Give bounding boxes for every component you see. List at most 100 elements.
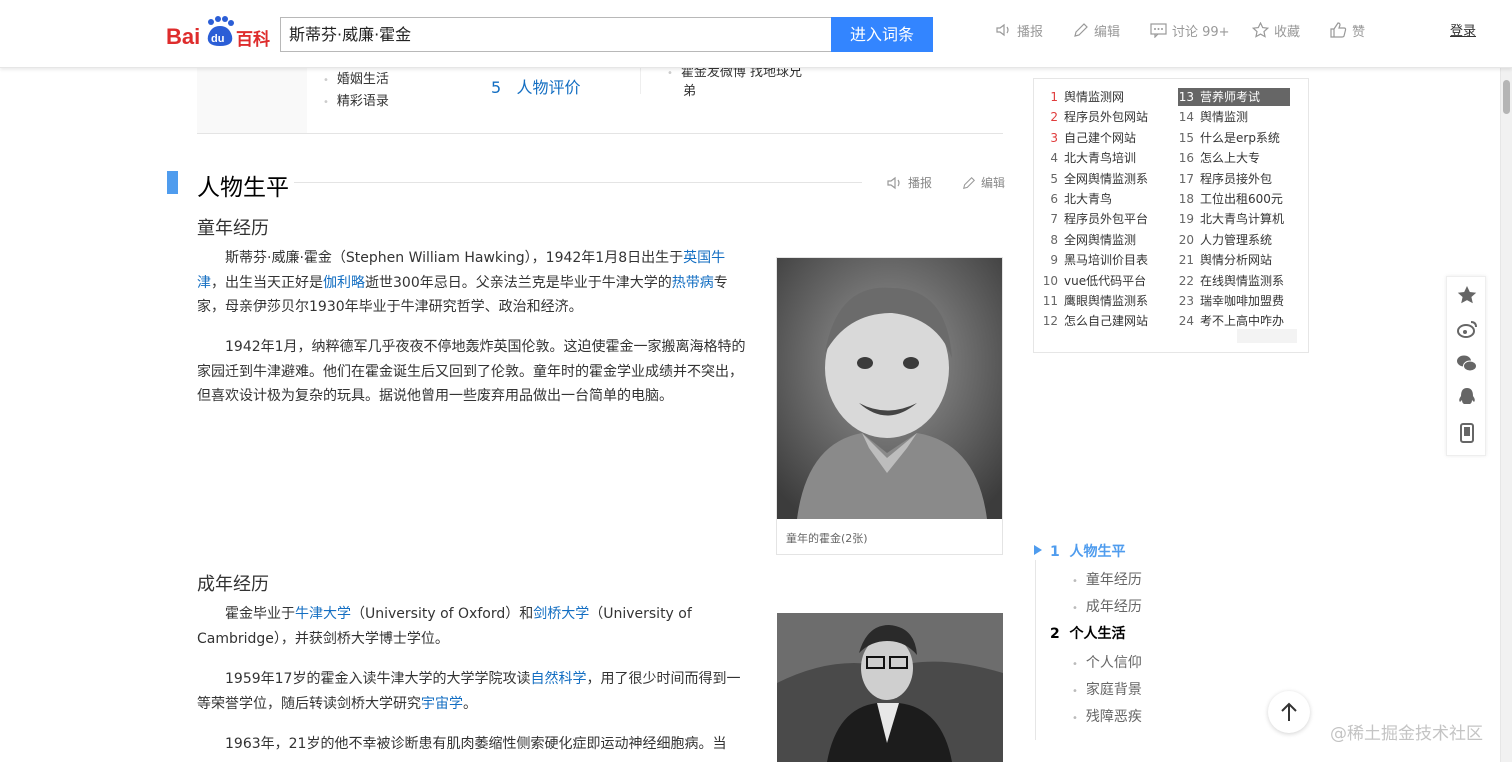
- hot-item-rank: 1: [1050, 90, 1058, 104]
- adulthood-paragraph-2: 1959年17岁的霍金入读牛津大学的大学学院攻读自然科学，用了很少时间而得到一等…: [197, 667, 753, 716]
- catalog-sub-disability[interactable]: 残障恶疾: [1072, 706, 1142, 726]
- adulthood-paragraph-3: 1963年，21岁的他不幸被诊断患有肌肉萎缩性侧索硬化症即运动神经细胞病。当: [225, 736, 727, 752]
- hot-item[interactable]: 9 黑马培训价目表: [1042, 251, 1148, 269]
- weibo-icon[interactable]: [1456, 318, 1478, 340]
- link-galileo[interactable]: 伽利略: [323, 275, 365, 291]
- star-icon: [1252, 22, 1269, 38]
- share-sidebar: [1446, 276, 1486, 456]
- hot-item[interactable]: 6 北大青鸟: [1042, 190, 1112, 208]
- link-tropical-disease[interactable]: 热带病: [672, 275, 714, 291]
- toc-item-quotes[interactable]: 精彩语录: [323, 90, 389, 109]
- toc-item-weibo[interactable]: • 霍金发微博 找地球兄 弟: [667, 64, 813, 101]
- page-scrollbar[interactable]: [1500, 68, 1512, 762]
- hot-item-label: 自己建个网站: [1064, 130, 1137, 145]
- hot-item[interactable]: 4 北大青鸟培训: [1042, 149, 1136, 167]
- childhood-photo[interactable]: [777, 258, 1002, 519]
- wechat-icon[interactable]: [1456, 352, 1478, 374]
- toc-divider: [640, 68, 641, 94]
- catalog-num: 1: [1050, 544, 1060, 560]
- enter-entry-button[interactable]: 进入词条: [831, 17, 933, 52]
- qq-icon[interactable]: [1456, 386, 1478, 408]
- link-cambridge-university[interactable]: 剑桥大学: [533, 606, 589, 622]
- edit-button[interactable]: 编辑: [1073, 20, 1120, 40]
- catalog-label: 人物生平: [1069, 544, 1126, 560]
- back-to-top-button[interactable]: [1268, 691, 1310, 733]
- pencil-icon: [1074, 23, 1088, 37]
- toc-item-marriage[interactable]: 婚姻生活: [323, 68, 389, 87]
- hot-item-rank: 19: [1178, 212, 1194, 227]
- hot-item-rank: 16: [1178, 151, 1194, 166]
- text: 。: [463, 695, 477, 712]
- hot-item[interactable]: 20 人力管理系统: [1178, 231, 1290, 249]
- catalog-sub-belief[interactable]: 个人信仰: [1072, 652, 1142, 672]
- hot-item-rank: 2: [1050, 110, 1058, 125]
- chat-icon: [1150, 23, 1167, 38]
- link-cosmology[interactable]: 宇宙学: [421, 696, 463, 712]
- hot-item[interactable]: 18 工位出租600元: [1178, 190, 1290, 208]
- hot-list-controls[interactable]: [1237, 329, 1297, 343]
- text: 逝世300年忌日。父亲法兰克是毕业于牛津大学的: [365, 274, 672, 291]
- section-play-button[interactable]: 播报: [887, 174, 932, 191]
- catalog-item-life[interactable]: 1 人物生平: [1050, 541, 1126, 561]
- text: ，出生当天正好是: [211, 274, 323, 291]
- hot-item[interactable]: 11 鹰眼舆情监测系: [1042, 292, 1148, 310]
- hot-item[interactable]: 23 瑞幸咖啡加盟费: [1178, 292, 1290, 310]
- hot-item-label: 舆情监测: [1200, 110, 1249, 125]
- hot-item[interactable]: 13 营养师考试: [1178, 88, 1290, 106]
- hot-item[interactable]: 3 自己建个网站: [1042, 129, 1136, 147]
- catalog-sub-family[interactable]: 家庭背景: [1072, 679, 1142, 699]
- catalog-item-personal[interactable]: 2 个人生活: [1050, 623, 1126, 643]
- hot-item[interactable]: 2 程序员外包网站: [1042, 108, 1148, 126]
- text: 1959年17岁的霍金入读牛津大学的大学学院攻读: [225, 671, 531, 687]
- hot-item[interactable]: 22 在线舆情监测系: [1178, 272, 1290, 290]
- link-oxford-university[interactable]: 牛津大学: [295, 606, 351, 622]
- hot-item[interactable]: 16 怎么上大专: [1178, 149, 1290, 167]
- hot-item-rank: 13: [1178, 90, 1194, 104]
- discuss-button[interactable]: 讨论 99+: [1150, 20, 1230, 40]
- hot-item[interactable]: 15 什么是erp系统: [1178, 129, 1290, 147]
- play-audio-button[interactable]: 播报: [996, 20, 1043, 40]
- hot-item-rank: 12: [1042, 314, 1058, 329]
- hot-item[interactable]: 8 全网舆情监测: [1042, 231, 1136, 249]
- hot-item[interactable]: 24 考不上高中咋办: [1178, 312, 1290, 330]
- catalog-sub-adulthood[interactable]: 成年经历: [1072, 596, 1142, 616]
- hot-item-rank: 5: [1050, 171, 1058, 186]
- photo-caption: 童年的霍金(2张): [786, 532, 868, 545]
- toc-weibo-line2: 弟: [683, 84, 697, 99]
- toc-item-evaluation[interactable]: 5 人物评价: [491, 74, 580, 98]
- hot-item-label: 黑马培训价目表: [1064, 253, 1149, 268]
- hot-item-rank: 23: [1178, 294, 1194, 308]
- login-link[interactable]: 登录: [1450, 20, 1476, 39]
- hot-item[interactable]: 21 舆情分析网站: [1178, 251, 1290, 269]
- catalog-sub-childhood[interactable]: 童年经历: [1072, 569, 1142, 589]
- mobile-icon[interactable]: [1456, 422, 1478, 444]
- toc-summary: 婚姻生活 精彩语录 5 人物评价 •霍金发微博 找地球兄 弟: [197, 65, 1003, 134]
- hot-item-label: 全网舆情监测系: [1064, 171, 1149, 186]
- hot-item[interactable]: 14 舆情监测: [1178, 108, 1290, 126]
- like-button[interactable]: 赞: [1330, 20, 1365, 40]
- hot-item-rank: 22: [1178, 273, 1194, 288]
- favorite-button[interactable]: 收藏: [1252, 20, 1300, 40]
- hot-item-label: vue低代码平台: [1064, 273, 1147, 288]
- baidu-baike-logo[interactable]: Bai du 百科: [166, 14, 270, 50]
- section-edit-button[interactable]: 编辑: [962, 174, 1005, 191]
- subsection-title-adulthood: 成年经历: [197, 574, 269, 595]
- thumb-up-icon: [1330, 22, 1347, 38]
- hot-item[interactable]: 1 舆情监测网: [1042, 88, 1124, 106]
- hot-item[interactable]: 12 怎么自己建网站: [1042, 312, 1148, 330]
- hot-item[interactable]: 19 北大青鸟计算机: [1178, 210, 1290, 228]
- adulthood-photo[interactable]: [777, 613, 1003, 762]
- hot-item-label: 怎么自己建网站: [1064, 314, 1149, 329]
- hot-item[interactable]: 5 全网舆情监测系: [1042, 170, 1148, 188]
- link-natural-science[interactable]: 自然科学: [530, 671, 586, 687]
- star-icon[interactable]: [1456, 284, 1478, 306]
- hot-item[interactable]: 10 vue低代码平台: [1042, 272, 1146, 290]
- hot-item-label: 程序员外包网站: [1064, 110, 1149, 125]
- scrollbar-thumb[interactable]: [1503, 80, 1510, 114]
- hot-item[interactable]: 7 程序员外包平台: [1042, 210, 1148, 228]
- search-input[interactable]: 斯蒂芬·威廉·霍金: [280, 17, 832, 52]
- hot-item[interactable]: 17 程序员接外包: [1178, 170, 1290, 188]
- childhood-photo-card[interactable]: 童年的霍金(2张): [776, 257, 1003, 555]
- speaker-icon: [996, 23, 1009, 37]
- hot-item-rank: 21: [1178, 253, 1194, 268]
